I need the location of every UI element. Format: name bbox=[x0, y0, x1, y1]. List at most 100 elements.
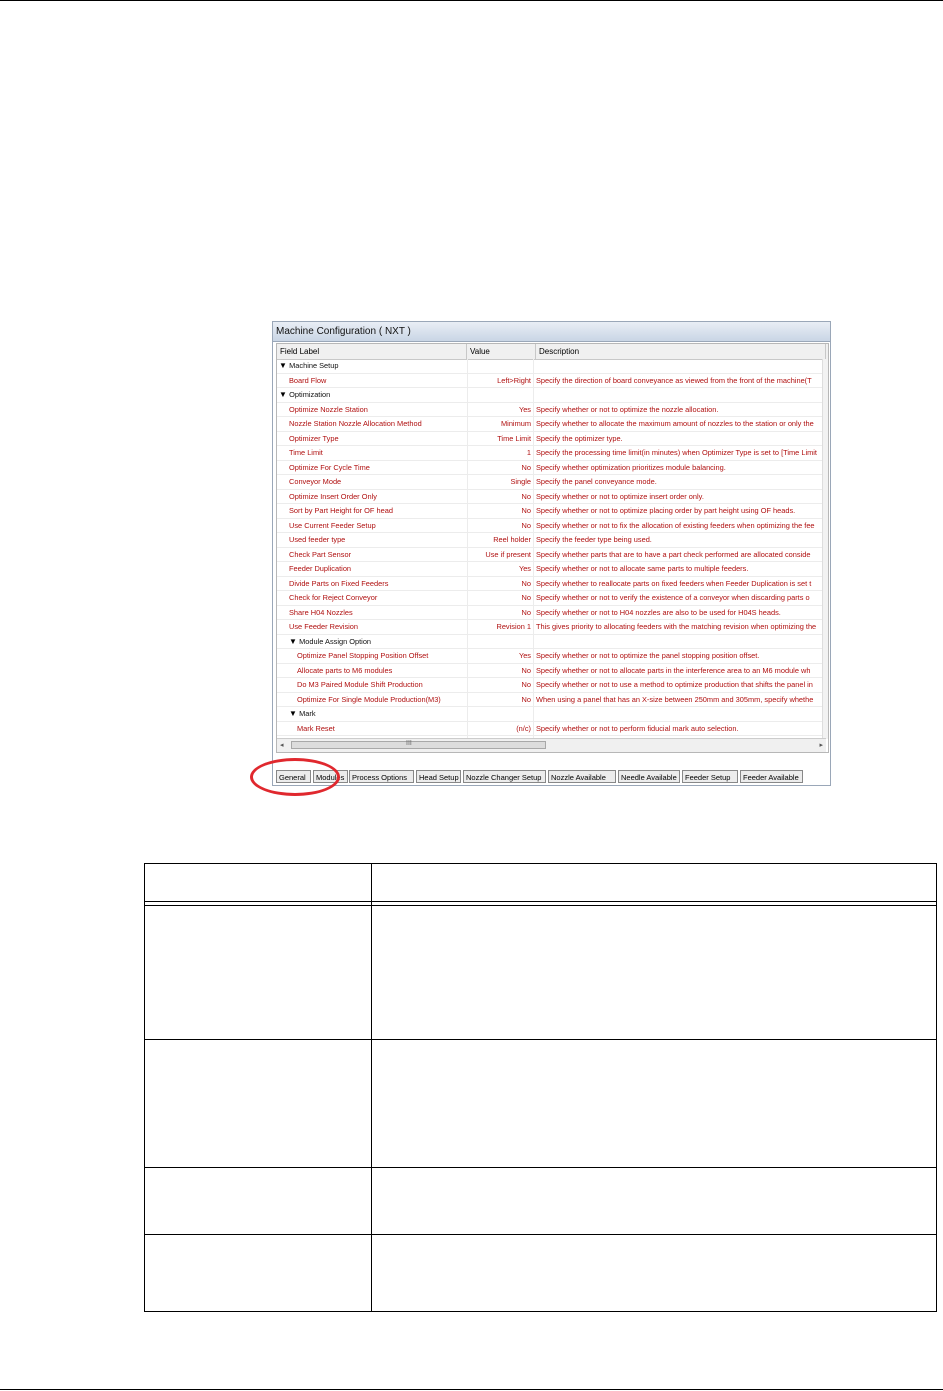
grid-group-row[interactable]: ▼ Module Assign Option bbox=[277, 634, 826, 650]
tab-feeder-setup[interactable]: Feeder Setup bbox=[682, 770, 738, 783]
grid-row-value[interactable]: Single bbox=[467, 475, 534, 489]
grid-row-description: Specify whether or not to verify the exi… bbox=[536, 593, 810, 602]
grid-row-label-text: Do M3 Paired Module Shift Production bbox=[297, 680, 423, 689]
grid-row-value[interactable]: No bbox=[467, 518, 534, 533]
grid-row[interactable]: Divide Parts on Fixed Feeders No Specify w… bbox=[277, 576, 826, 591]
grid-row-value[interactable]: 1 bbox=[467, 446, 534, 460]
grid-row[interactable]: Time Limit 1 Specify the processing time l… bbox=[277, 446, 826, 461]
grid-row-value[interactable]: Use if present bbox=[467, 547, 534, 562]
grid-row-value[interactable]: No bbox=[467, 591, 534, 605]
grid-row[interactable]: Check Part Sensor Use if present Specify w… bbox=[277, 547, 826, 562]
grid-row-label-text: Optimize For Single Module Production(M3… bbox=[297, 694, 441, 704]
column-header-description[interactable]: Description bbox=[536, 344, 826, 359]
grid-row[interactable]: Share H04 Nozzles No Specify whether or no… bbox=[277, 605, 826, 620]
grid-row-value[interactable] bbox=[467, 707, 534, 721]
grid-row-description: This gives priority to allocating feeder… bbox=[536, 622, 817, 631]
grid-row-description: Specify whether or not to optimize the n… bbox=[536, 404, 719, 414]
scroll-thumb[interactable]: III bbox=[291, 740, 546, 749]
grid-row[interactable]: Nozzle Station Nozzle Allocation Method M… bbox=[277, 417, 826, 432]
grid-group-row[interactable]: ▼ Optimization bbox=[277, 388, 826, 403]
grid-row[interactable]: Optimize For Single Module Production(M3… bbox=[277, 692, 826, 707]
grid-row-value[interactable]: Reel holder bbox=[467, 533, 534, 547]
grid-row[interactable]: Allocate parts to M6 modules No Specify wh… bbox=[277, 663, 826, 678]
grid-row-value[interactable]: Yes bbox=[467, 402, 534, 417]
grid-row[interactable]: Conveyor Mode Single Specify the panel con… bbox=[277, 475, 826, 490]
grid-row[interactable]: Mark Reset (n/c) Specify whether or not to… bbox=[277, 721, 826, 736]
grid-row-label: ▼ Module Assign Option bbox=[277, 635, 479, 650]
tab-head-setup[interactable]: Head Setup bbox=[416, 770, 461, 783]
grid-row-value[interactable]: No bbox=[467, 504, 534, 518]
grid-row[interactable]: Check for Reject Conveyor No Specify wheth… bbox=[277, 591, 826, 606]
grid-row-description: Specify whether or not to perform fiduci… bbox=[536, 723, 739, 733]
grid-row-label-text: Mark Reset bbox=[297, 723, 335, 733]
tab-nozzle-changer-setup[interactable]: Nozzle Changer Setup bbox=[463, 770, 546, 783]
grid-row-description: Specify whether to allocate the maximum … bbox=[536, 419, 814, 428]
table-rule bbox=[145, 905, 936, 906]
tab-needle-available[interactable]: Needle Available bbox=[618, 770, 680, 783]
grid-row-description: Specify whether or not to allocate same … bbox=[536, 564, 749, 573]
grid-row[interactable]: Optimizer Type Time Limit Specify the opti… bbox=[277, 431, 826, 446]
grid-row[interactable]: Optimize Panel Stopping Position Offset Y… bbox=[277, 649, 826, 664]
grid-row[interactable]: Use Current Feeder Setup No Specify whethe… bbox=[277, 518, 826, 533]
highlight-circle bbox=[250, 758, 340, 796]
grid-row[interactable]: Do M3 Paired Module Shift Production No Sp… bbox=[277, 678, 826, 693]
grid-row-value[interactable]: Minimum bbox=[467, 417, 534, 431]
tab-process-options[interactable]: Process Options bbox=[349, 770, 414, 783]
grid-row-value[interactable]: Left>Right bbox=[467, 373, 534, 388]
grid-row[interactable]: Sort by Part Height for OF head No Specify… bbox=[277, 504, 826, 519]
grid-row-value[interactable]: No bbox=[467, 576, 534, 591]
tab-nozzle-available[interactable]: Nozzle Available bbox=[548, 770, 616, 783]
grid-row-value[interactable] bbox=[467, 388, 534, 402]
column-header-field-label[interactable]: Field Label bbox=[277, 344, 467, 359]
vertical-scrollbar[interactable] bbox=[822, 359, 828, 739]
grid-rows: ▼ Machine Setup Board Flow Left>Right Speci… bbox=[277, 359, 826, 739]
grid-row-label: Feeder Duplication bbox=[277, 562, 479, 577]
grid-row-value[interactable]: Yes bbox=[467, 562, 534, 576]
expand-triangle-icon[interactable]: ▼ bbox=[279, 390, 289, 399]
grid-row-description: Specify whether or not to fix the alloca… bbox=[536, 520, 815, 530]
grid-row-value[interactable]: No bbox=[467, 663, 534, 678]
property-grid: Field Label Value Description ▼ Machine … bbox=[276, 343, 829, 753]
expand-triangle-icon[interactable]: ▼ bbox=[289, 709, 299, 718]
grid-row-label-text: Share H04 Nozzles bbox=[289, 607, 353, 617]
grid-row-description: Specify whether or not to optimize inser… bbox=[536, 491, 704, 501]
grid-group-row[interactable]: ▼ Mark bbox=[277, 707, 826, 722]
grid-row-label: ▼ Machine Setup bbox=[277, 359, 469, 374]
horizontal-scrollbar[interactable]: ◂ III ▸ bbox=[277, 738, 826, 752]
scroll-left-icon[interactable]: ◂ bbox=[280, 739, 284, 752]
grid-row-value[interactable]: Time Limit bbox=[467, 431, 534, 446]
grid-row-value[interactable] bbox=[467, 359, 534, 373]
grid-row[interactable]: Used feeder type Reel holder Specify the f… bbox=[277, 533, 826, 548]
grid-row-description: Specify whether or not to H04 nozzles ar… bbox=[536, 607, 781, 617]
grid-row-label-text: Board Flow bbox=[289, 375, 327, 385]
tab-feeder-available[interactable]: Feeder Available bbox=[740, 770, 803, 783]
grid-row-value[interactable]: Revision 1 bbox=[467, 620, 534, 634]
grid-row-value[interactable]: Yes bbox=[467, 649, 534, 663]
grid-row[interactable]: Use Feeder Revision Revision 1 This gives … bbox=[277, 620, 826, 635]
expand-triangle-icon[interactable]: ▼ bbox=[289, 637, 299, 646]
grid-group-row[interactable]: ▼ Machine Setup bbox=[277, 359, 826, 374]
grid-row[interactable]: Optimize Nozzle Station Yes Specify whethe… bbox=[277, 402, 826, 417]
grid-row-value[interactable]: (n/c) bbox=[467, 721, 534, 736]
grid-row-value[interactable]: No bbox=[467, 489, 534, 504]
grid-row-label: Time Limit bbox=[277, 446, 479, 461]
grid-row-value[interactable]: No bbox=[467, 692, 534, 707]
grid-row-label-text: Optimizer Type bbox=[289, 433, 339, 443]
grid-row[interactable]: Feeder Duplication Yes Specify whether or … bbox=[277, 562, 826, 577]
grid-row-label-text: Optimize Insert Order Only bbox=[289, 491, 377, 501]
grid-row[interactable]: Board Flow Left>Right Specify the directio… bbox=[277, 373, 826, 388]
grid-row-label: Optimize For Cycle Time bbox=[277, 461, 479, 476]
grid-row-label: ▼ Optimization bbox=[277, 388, 469, 403]
grid-row-value[interactable] bbox=[467, 634, 534, 649]
grid-row-value[interactable]: No bbox=[467, 678, 534, 692]
column-header-value[interactable]: Value bbox=[467, 344, 536, 359]
grid-row-description: Specify the direction of board conveyanc… bbox=[536, 375, 812, 385]
grid-row-description: Specify the processing time limit(in min… bbox=[536, 448, 817, 457]
grid-row-value[interactable]: No bbox=[467, 605, 534, 620]
grid-row-label-text: Check Part Sensor bbox=[289, 549, 352, 559]
grid-row-value[interactable]: No bbox=[467, 460, 534, 475]
grid-row[interactable]: Optimize For Cycle Time No Specify whether… bbox=[277, 460, 826, 476]
grid-row[interactable]: Optimize Insert Order Only No Specify whet… bbox=[277, 489, 826, 504]
expand-triangle-icon[interactable]: ▼ bbox=[279, 361, 289, 370]
scroll-right-icon[interactable]: ▸ bbox=[819, 739, 823, 752]
